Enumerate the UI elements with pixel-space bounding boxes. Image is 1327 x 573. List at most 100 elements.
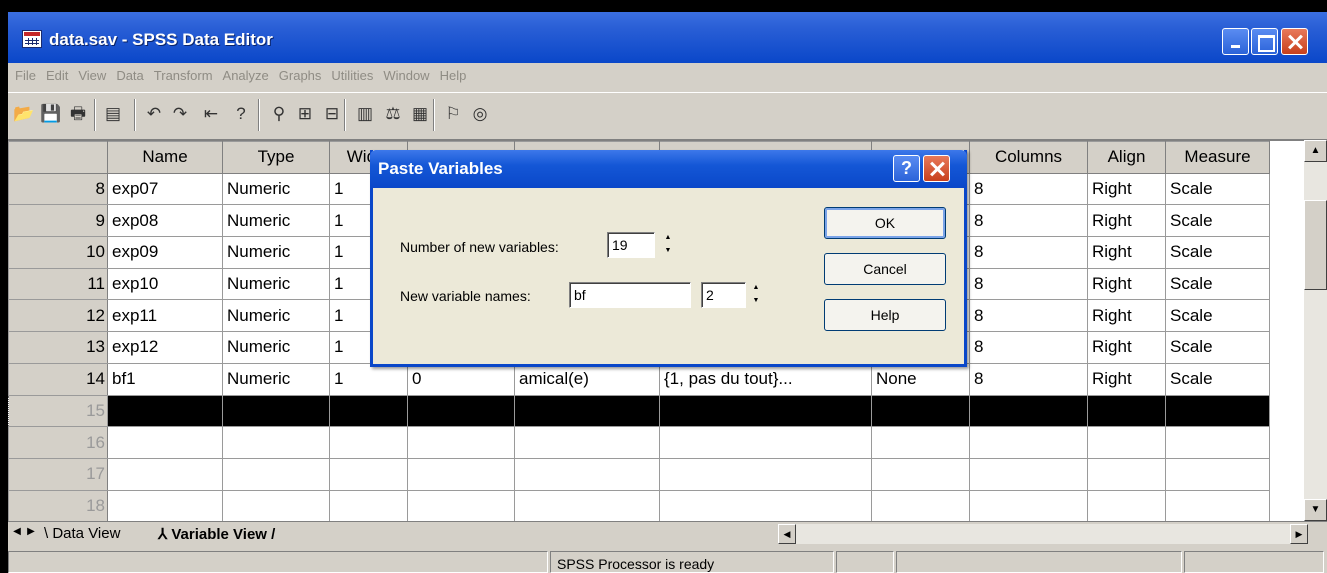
grid-cell[interactable]: Scale [1165,236,1270,269]
grid-cell[interactable] [329,457,408,491]
menu-window[interactable]: Window [379,66,435,88]
minimize-button[interactable] [1222,28,1249,55]
grid-cell[interactable]: Numeric [222,204,330,238]
maximize-button[interactable] [1251,28,1278,55]
grid-cell[interactable]: Right [1087,267,1166,301]
split-file-icon[interactable]: ▥ [352,102,378,126]
grid-cell[interactable] [659,394,872,428]
grid-cell[interactable] [969,426,1088,459]
grid-cell[interactable] [1087,394,1166,428]
variables-icon[interactable]: ? [228,102,254,126]
scroll-up-arrow[interactable]: ▲ [1304,140,1327,162]
grid-cell[interactable] [329,394,408,428]
dialog-title-bar[interactable]: Paste Variables ? [370,150,967,188]
grid-cell[interactable] [1165,489,1270,521]
grid-cell[interactable]: Numeric [222,299,330,333]
row-number[interactable]: 17 [8,457,108,491]
tab-data-view[interactable]: \ Data View [44,525,120,542]
row-number[interactable]: 9 [8,204,108,238]
spin-down-icon[interactable]: ▼ [747,295,765,308]
grid-cell[interactable]: exp09 [107,236,223,269]
tab-scroll-left-icon[interactable]: ◀ [10,526,24,537]
scroll-thumb[interactable] [1304,200,1327,290]
column-header[interactable]: Name [107,141,223,174]
grid-cell[interactable] [107,489,223,521]
menu-transform[interactable]: Transform [150,66,219,88]
open-icon[interactable]: 📂 [11,102,37,126]
save-icon[interactable]: 💾 [38,102,64,126]
grid-cell[interactable] [1087,426,1166,459]
grid-cell[interactable] [871,426,970,459]
menu-edit[interactable]: Edit [42,66,74,88]
grid-cell[interactable]: 8 [969,362,1088,396]
vertical-scrollbar[interactable]: ▲ ▼ [1304,140,1327,521]
scroll-right-arrow[interactable]: ▶ [1290,524,1308,544]
spss-app-icon[interactable] [22,30,42,48]
table-row[interactable]: 14 bf1 Numeric 1 0 amical(e) {1, pas du tout}.… [8,362,1270,396]
row-number[interactable]: 8 [8,172,108,206]
grid-cell[interactable]: Numeric [222,236,330,269]
grid-cell[interactable]: Right [1087,331,1166,364]
grid-cell[interactable]: Scale [1165,172,1270,206]
grid-cell[interactable] [107,394,223,428]
grid-cell[interactable] [1165,394,1270,428]
grid-cell[interactable]: exp07 [107,172,223,206]
close-button[interactable] [1281,28,1308,55]
grid-cell[interactable]: Numeric [222,172,330,206]
grid-cell[interactable]: Scale [1165,362,1270,396]
grid-cell[interactable] [1087,489,1166,521]
row-number[interactable]: 13 [8,331,108,364]
table-row[interactable]: 18 [8,489,1270,521]
ok-button[interactable]: OK [824,207,946,239]
scroll-left-arrow[interactable]: ◀ [778,524,796,544]
column-header[interactable]: Columns [969,141,1088,174]
value-labels-icon[interactable]: ⚐ [440,102,466,126]
grid-cell[interactable] [659,457,872,491]
print-icon[interactable]: 🖶 [65,102,91,126]
row-number[interactable]: 12 [8,299,108,333]
menu-help[interactable]: Help [436,66,473,88]
grid-cell[interactable]: amical(e) [514,362,660,396]
start-index-input[interactable]: 2 [701,282,746,308]
grid-cell[interactable]: {1, pas du tout}... [659,362,872,396]
menu-graphs[interactable]: Graphs [275,66,328,88]
row-number[interactable]: 16 [8,426,108,459]
grid-cell[interactable]: bf1 [107,362,223,396]
grid-cell[interactable] [514,489,660,521]
grid-cell[interactable]: None [871,362,970,396]
dialog-recall-icon[interactable]: ▤ [100,102,126,126]
grid-cell[interactable] [514,426,660,459]
column-header[interactable]: Type [222,141,330,174]
grid-cell[interactable] [329,426,408,459]
grid-cell[interactable] [222,489,330,521]
menu-utilities[interactable]: Utilities [327,66,379,88]
grid-cell[interactable]: Right [1087,172,1166,206]
grid-cell[interactable]: 8 [969,299,1088,333]
row-number[interactable]: 10 [8,236,108,269]
grid-cell[interactable] [659,489,872,521]
spin-down-icon[interactable]: ▼ [659,245,677,258]
grid-cell[interactable]: Numeric [222,331,330,364]
weight-cases-icon[interactable]: ⚖ [380,102,406,126]
grid-cell[interactable] [407,426,515,459]
grid-cell[interactable]: Right [1087,236,1166,269]
horizontal-scrollbar[interactable]: ◀ ▶ [778,524,1308,544]
row-number[interactable]: 15 [8,394,108,428]
grid-cell[interactable]: Right [1087,299,1166,333]
grid-cell[interactable]: 0 [407,362,515,396]
grid-cell[interactable]: 8 [969,236,1088,269]
grid-cell[interactable] [407,489,515,521]
grid-cell[interactable] [969,457,1088,491]
grid-cell[interactable] [107,457,223,491]
grid-cell[interactable]: Numeric [222,362,330,396]
grid-cell[interactable]: 8 [969,331,1088,364]
grid-cell[interactable] [514,457,660,491]
dialog-help-icon[interactable]: ? [893,155,920,182]
grid-cell[interactable]: Scale [1165,204,1270,238]
scroll-down-arrow[interactable]: ▼ [1304,499,1327,521]
find-icon[interactable]: ⚲ [266,102,292,126]
grid-cell[interactable] [969,489,1088,521]
undo-icon[interactable]: ↶ [141,102,167,126]
grid-cell[interactable]: Scale [1165,331,1270,364]
num-vars-input[interactable]: 19 [607,232,655,258]
